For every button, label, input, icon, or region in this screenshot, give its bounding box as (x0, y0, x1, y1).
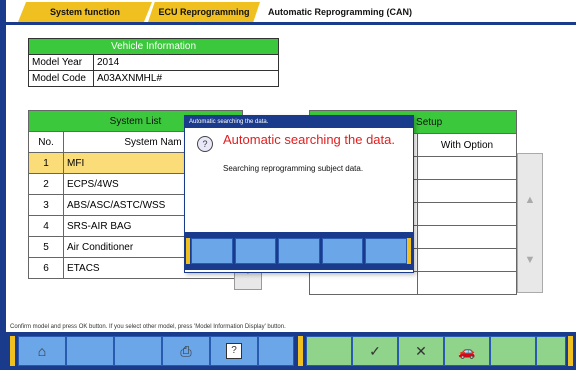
cancel-button[interactable]: ✕ (398, 336, 444, 366)
progress-cell (234, 238, 277, 264)
toolbar-cap (568, 336, 573, 366)
car-icon: 🚗 (458, 342, 476, 359)
toolbar-cap (298, 336, 303, 366)
cancel-x-icon: ✕ (415, 342, 427, 359)
main-window: System function ECU Reprogramming Automa… (0, 0, 576, 370)
home-button[interactable]: ⌂ (18, 336, 66, 366)
dialog-headline: Automatic searching the data. (223, 132, 395, 147)
searching-dialog: Automatic searching the data. ? Automati… (184, 115, 414, 273)
dialog-detail: Searching reprogramming subject data. (223, 164, 364, 173)
progress-cells (191, 238, 407, 264)
col-no-header: No. (28, 131, 64, 153)
tab-system-function[interactable]: System function (18, 2, 152, 22)
progress-cell (191, 238, 233, 264)
progress-cap-left (186, 238, 190, 264)
option-cell (417, 225, 517, 249)
content-area: Vehicle Information Model Year 2014 Mode… (6, 25, 576, 322)
row-number: 4 (28, 215, 64, 237)
ok-button[interactable]: ✓ (352, 336, 398, 366)
tab-ecu-reprogramming[interactable]: ECU Reprogramming (148, 2, 260, 22)
row-number: 6 (28, 257, 64, 279)
vehicle-information-table: Vehicle Information Model Year 2014 Mode… (28, 38, 279, 87)
vehicle-information-header: Vehicle Information (28, 38, 279, 55)
option-cell (309, 271, 418, 295)
triangle-up-icon[interactable]: ▲ (518, 194, 542, 214)
toolbar-button[interactable] (306, 336, 352, 366)
row-number: 2 (28, 173, 64, 195)
model-info-button[interactable]: 🚗 (444, 336, 490, 366)
progress-cap-right (407, 238, 411, 264)
printer-icon: ⎙ (180, 342, 192, 359)
toolbar-cap (10, 336, 15, 366)
row-number: 1 (28, 152, 64, 174)
option-cell (417, 179, 517, 203)
option-cell (417, 156, 517, 180)
bottom-toolbar: ⌂ ⎙ ? ✓ ✕ 🚗 (6, 332, 576, 370)
option-scrollbar[interactable]: ▲ ▼ (517, 153, 543, 293)
tab-automatic-reprogramming[interactable]: Automatic Reprogramming (CAN) (260, 2, 450, 22)
progress-cell (365, 238, 407, 264)
option-col-with-option-header: With Option (417, 133, 517, 157)
option-cell (417, 271, 517, 295)
toolbar-button[interactable] (66, 336, 114, 366)
help-button[interactable]: ? (210, 336, 258, 366)
status-message: Confirm model and press OK button. If yo… (10, 324, 286, 330)
progress-cell (321, 238, 364, 264)
row-number: 3 (28, 194, 64, 216)
table-row[interactable] (309, 271, 517, 295)
option-cell (417, 202, 517, 226)
progress-bar (185, 232, 413, 270)
tab-bar: System function ECU Reprogramming Automa… (6, 0, 576, 24)
home-icon: ⌂ (37, 343, 47, 359)
model-year-label: Model Year (28, 54, 94, 71)
print-button[interactable]: ⎙ (162, 336, 210, 366)
option-cell (417, 248, 517, 272)
toolbar-button[interactable] (258, 336, 294, 366)
triangle-down-icon[interactable]: ▼ (518, 254, 542, 274)
toolbar-button[interactable] (114, 336, 162, 366)
help-icon: ? (226, 343, 242, 359)
dialog-title: Automatic searching the data. (185, 116, 413, 128)
toolbar-button[interactable] (536, 336, 566, 366)
row-number: 5 (28, 236, 64, 258)
toolbar-button[interactable] (490, 336, 536, 366)
model-year-value: 2014 (93, 54, 279, 71)
model-code-value: A03AXNMHL# (93, 70, 279, 87)
model-code-label: Model Code (28, 70, 94, 87)
question-icon: ? (197, 136, 213, 152)
ok-check-icon: ✓ (369, 342, 381, 359)
progress-cell (278, 238, 320, 264)
